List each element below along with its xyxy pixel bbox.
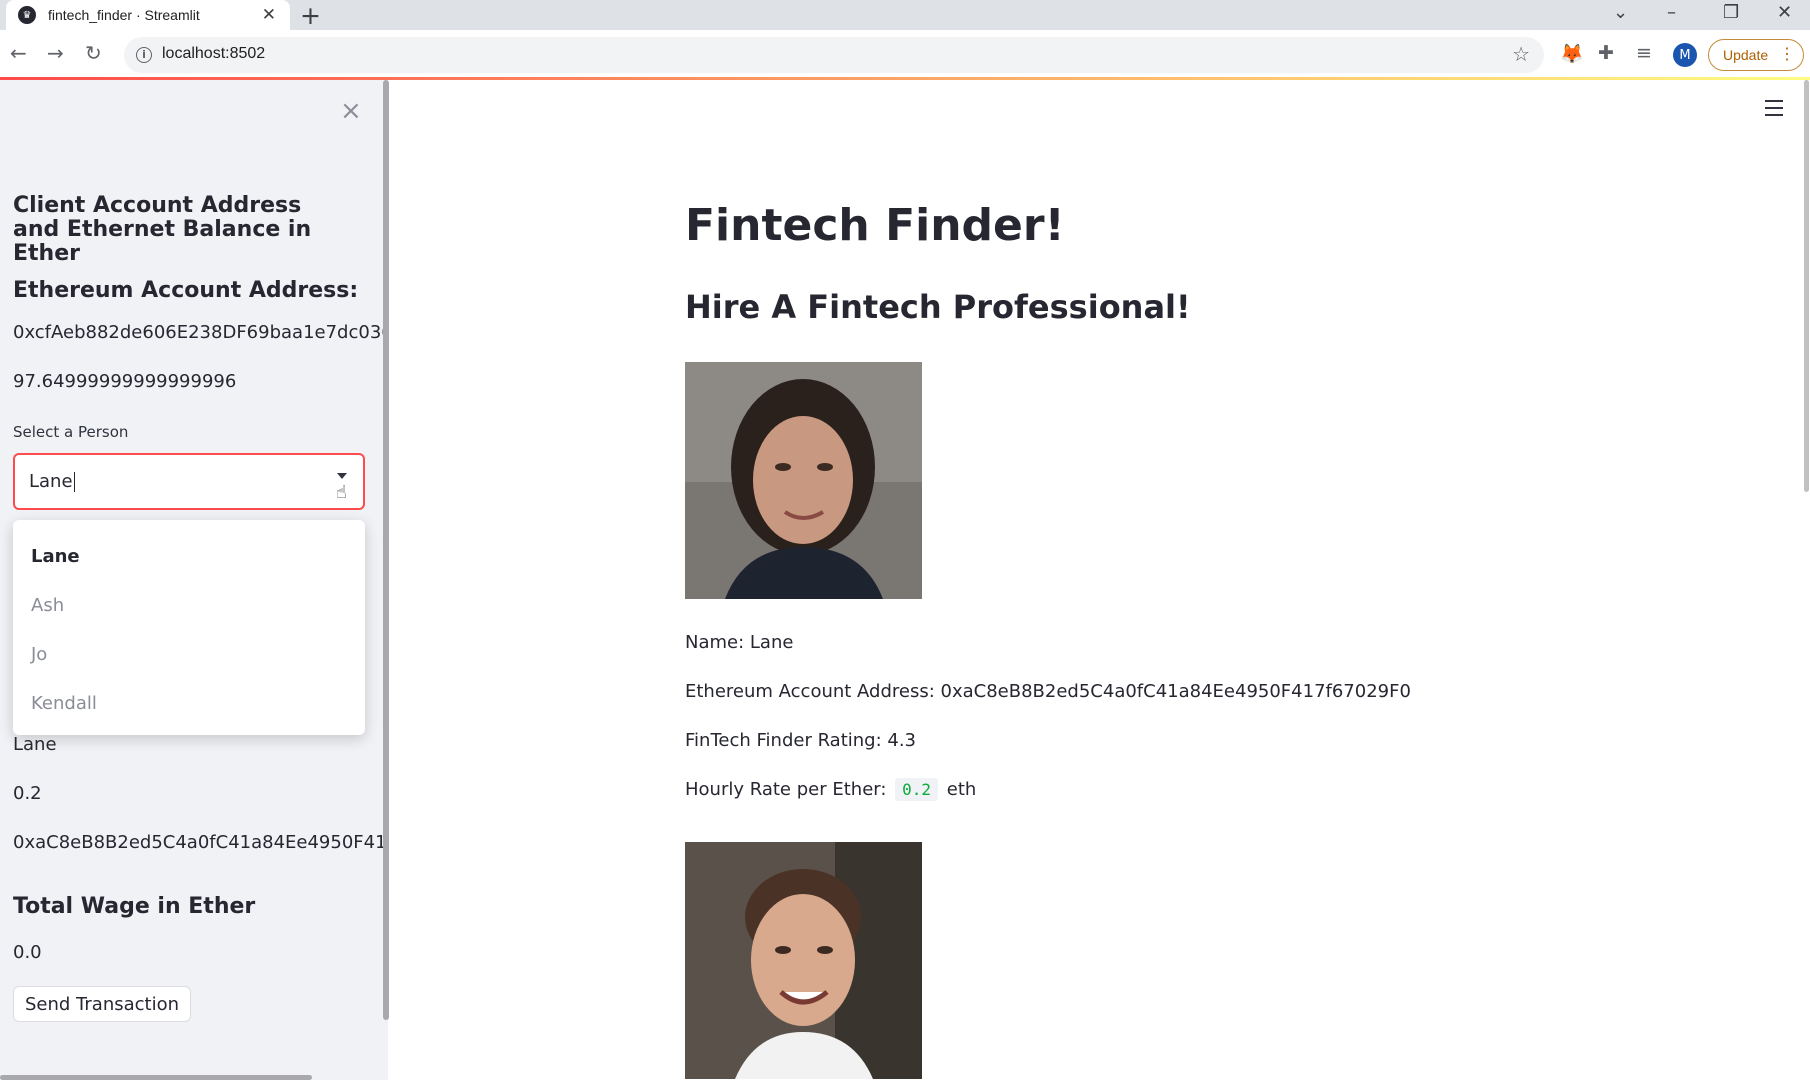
selected-person-rate: 0.2 [13, 783, 42, 804]
hand-cursor-icon: ☝ [336, 482, 347, 503]
candidate-photo-lane [685, 362, 922, 599]
address-bar[interactable]: i localhost:8502 ☆ [124, 37, 1544, 73]
sidebar: × Client Account Address and Ethernet Ba… [0, 80, 388, 1080]
profile-avatar[interactable]: M [1673, 43, 1697, 67]
candidate-name: Name: Lane [685, 632, 794, 653]
browser-tab-bar: ♛ fintech_finder · Streamlit ✕ + ⌄ – ❐ ✕ [0, 0, 1810, 30]
candidate-rating: FinTech Finder Rating: 4.3 [685, 730, 917, 751]
selected-person-address: 0xaC8eB8B2ed5C4a0fC41a84Ee4950F417 [13, 832, 388, 853]
update-label: Update [1723, 47, 1769, 63]
update-button[interactable]: Update ⋮ [1708, 39, 1804, 71]
main-scrollbar[interactable] [1804, 80, 1809, 492]
extensions-puzzle-icon[interactable]: ✚ [1598, 42, 1614, 64]
metamask-fox-icon[interactable]: 🦊 [1560, 42, 1584, 65]
page-subtitle: Hire A Fintech Professional! [685, 288, 1191, 326]
candidate-hourly-rate: Hourly Rate per Ether: 0.2 eth [685, 778, 977, 801]
minimize-icon[interactable]: – [1667, 2, 1676, 23]
dropdown-option-lane[interactable]: Lane [13, 532, 365, 581]
rate-value-code: 0.2 [895, 778, 939, 801]
site-info-icon[interactable]: i [136, 47, 152, 63]
restore-icon[interactable]: ❐ [1723, 2, 1739, 23]
sidebar-horizontal-scrollbar[interactable] [0, 1075, 312, 1080]
account-balance: 97.64999999999999996 [13, 371, 237, 392]
person-select-input[interactable]: Lane [29, 471, 75, 492]
wage-heading: Total Wage in Ether [13, 894, 256, 919]
media-queue-icon[interactable]: ≡ [1636, 42, 1652, 64]
page-title: Fintech Finder! [685, 200, 1065, 251]
close-sidebar-icon[interactable]: × [340, 96, 362, 126]
bookmark-star-icon[interactable]: ☆ [1512, 42, 1530, 66]
reload-icon[interactable]: ↻ [85, 41, 102, 65]
send-transaction-button[interactable]: Send Transaction [13, 986, 191, 1022]
tab-title: fintech_finder · Streamlit [48, 7, 200, 23]
new-tab-icon[interactable]: + [300, 1, 321, 30]
kebab-menu-icon: ⋮ [1779, 46, 1795, 63]
selected-person-name: Lane [13, 734, 57, 755]
select-person-label: Select a Person [13, 423, 129, 441]
candidate-photo-ash [685, 842, 922, 1079]
person-select[interactable]: Lane [13, 453, 365, 510]
dropdown-option-jo[interactable]: Jo [13, 630, 365, 679]
person-dropdown-menu: Lane Ash Jo Kendall [13, 520, 365, 735]
window-close-icon[interactable]: ✕ [1777, 2, 1792, 23]
hamburger-menu-icon[interactable] [1765, 100, 1783, 121]
account-address: 0xcfAeb882de606E238DF69baa1e7dc036 [13, 322, 388, 343]
forward-icon[interactable]: → [47, 41, 64, 65]
streamlit-favicon-icon: ♛ [18, 6, 36, 24]
tab-search-icon[interactable]: ⌄ [1613, 2, 1628, 23]
main-content: Fintech Finder! Hire A Fintech Professio… [389, 80, 1810, 1080]
tab-close-icon[interactable]: ✕ [262, 5, 276, 25]
chevron-down-icon[interactable] [337, 473, 347, 479]
url-text: localhost:8502 [162, 45, 266, 62]
account-heading: Ethereum Account Address: [13, 278, 359, 303]
rate-unit: eth [946, 779, 977, 800]
wage-value: 0.0 [13, 942, 42, 963]
candidate-address: Ethereum Account Address: 0xaC8eB8B2ed5C… [685, 681, 1411, 702]
back-icon[interactable]: ← [10, 41, 27, 65]
rate-prefix: Hourly Rate per Ether: [685, 779, 887, 800]
sidebar-heading: Client Account Address and Ethernet Bala… [13, 193, 312, 266]
browser-toolbar: ← → ↻ i localhost:8502 ☆ 🦊 ✚ ≡ M Update … [0, 30, 1810, 80]
dropdown-option-kendall[interactable]: Kendall [13, 679, 365, 728]
browser-tab[interactable]: ♛ fintech_finder · Streamlit ✕ [6, 0, 290, 30]
dropdown-option-ash[interactable]: Ash [13, 581, 365, 630]
